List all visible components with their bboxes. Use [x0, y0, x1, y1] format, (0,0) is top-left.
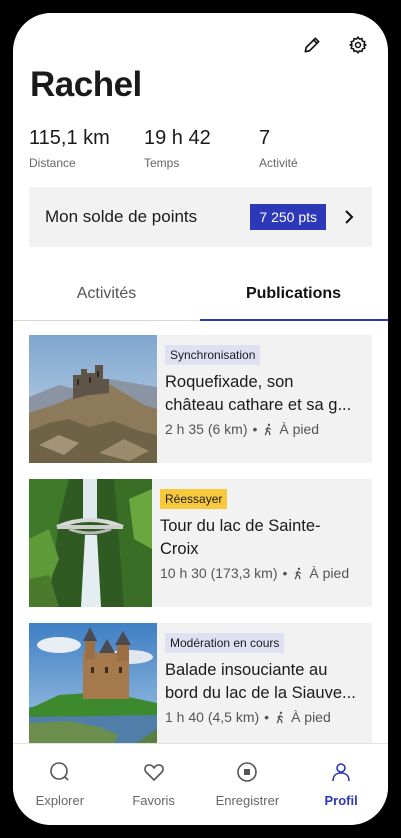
- nav-explorer[interactable]: Explorer: [13, 744, 107, 825]
- publications-list: Synchronisation Roquefixade, son château…: [29, 335, 372, 767]
- publication-card[interactable]: Modération en cours Balade insouciante a…: [29, 623, 372, 751]
- profile-tabs: Activités Publications: [13, 277, 388, 321]
- card-activity: À pied: [309, 565, 350, 581]
- separator-dot: •: [282, 565, 288, 581]
- stat-distance: 115,1 km Distance: [29, 127, 144, 170]
- status-badge: Synchronisation: [165, 345, 261, 365]
- record-icon: [237, 762, 258, 782]
- chevron-right-icon: [345, 210, 354, 224]
- nav-favoris[interactable]: Favoris: [107, 744, 201, 825]
- card-duration: 2 h 35 (6 km): [165, 421, 248, 437]
- publication-card[interactable]: Synchronisation Roquefixade, son château…: [29, 335, 372, 463]
- profile-icon: [332, 763, 350, 782]
- card-title-line: Croix: [160, 540, 199, 558]
- separator-dot: •: [264, 709, 270, 725]
- edit-icon[interactable]: [300, 33, 324, 57]
- card-body: Synchronisation Roquefixade, son château…: [157, 335, 372, 463]
- nav-label: Favoris: [132, 793, 175, 808]
- waterfall-photo: [29, 479, 152, 607]
- stat-label: Distance: [29, 156, 76, 170]
- card-duration: 10 h 30 (173,3 km): [160, 565, 278, 581]
- card-title-line: château cathare et sa g...: [165, 396, 352, 414]
- search-icon: [50, 762, 69, 781]
- card-title-line: bord du lac de la Siauve...: [165, 684, 356, 702]
- tab-publications[interactable]: Publications: [200, 277, 388, 321]
- stat-time: 19 h 42 Temps: [144, 127, 259, 170]
- stat-value: 19 h 42: [144, 127, 211, 149]
- nav-enregistrer[interactable]: Enregistrer: [201, 744, 295, 825]
- status-badge[interactable]: Réessayer: [160, 489, 228, 509]
- screen: Rachel 115,1 km Distance 19 h 42 Temps 7…: [13, 13, 388, 825]
- bottom-navigation: Explorer Favoris Enregistrer Profil: [13, 743, 388, 825]
- separator-dot: •: [252, 421, 258, 437]
- stat-label: Activité: [259, 156, 298, 170]
- walking-icon: [265, 423, 272, 435]
- top-actions: [300, 33, 370, 57]
- phone-frame: Rachel 115,1 km Distance 19 h 42 Temps 7…: [0, 0, 401, 838]
- publication-card[interactable]: Réessayer Tour du lac de Sainte- Croix 1…: [29, 479, 372, 607]
- status-badge: Modération en cours: [165, 633, 285, 653]
- heart-icon: [143, 764, 164, 781]
- card-title-line: Tour du lac de Sainte-: [160, 517, 321, 535]
- nav-label: Profil: [324, 793, 358, 808]
- card-title: Balade insouciante au bord du lac de la …: [165, 659, 364, 705]
- castle-ruins-photo: [29, 335, 157, 463]
- chateau-lake-photo: [29, 623, 157, 751]
- gear-icon[interactable]: [346, 33, 370, 57]
- stat-value: 7: [259, 127, 271, 149]
- card-meta: 10 h 30 (173,3 km) • À pied: [160, 565, 364, 581]
- nav-label: Explorer: [35, 793, 85, 808]
- card-body: Réessayer Tour du lac de Sainte- Croix 1…: [152, 479, 372, 607]
- nav-label: Enregistrer: [215, 793, 280, 808]
- card-activity: À pied: [279, 421, 320, 437]
- points-badge: 7 250 pts: [250, 204, 326, 230]
- stat-value: 115,1 km: [29, 127, 110, 149]
- walking-icon: [295, 567, 302, 579]
- points-balance-card[interactable]: Mon solde de points 7 250 pts: [29, 187, 372, 247]
- card-title: Roquefixade, son château cathare et sa g…: [165, 371, 364, 417]
- card-meta: 2 h 35 (6 km) • À pied: [165, 421, 364, 437]
- card-title-line: Balade insouciante au: [165, 661, 328, 679]
- stats-row: 115,1 km Distance 19 h 42 Temps 7 Activi…: [29, 127, 374, 170]
- walking-icon: [276, 711, 284, 723]
- stat-activity: 7 Activité: [259, 127, 374, 170]
- nav-profil[interactable]: Profil: [294, 744, 388, 825]
- card-title-line: Roquefixade, son: [165, 373, 294, 391]
- stat-label: Temps: [144, 156, 180, 170]
- points-title: Mon solde de points: [45, 207, 198, 226]
- card-meta: 1 h 40 (4,5 km) • À pied: [165, 709, 364, 725]
- card-activity: À pied: [291, 709, 331, 725]
- profile-name: Rachel: [30, 65, 142, 104]
- card-duration: 1 h 40 (4,5 km): [165, 709, 260, 725]
- card-body: Modération en cours Balade insouciante a…: [157, 623, 372, 751]
- tab-activities[interactable]: Activités: [13, 277, 200, 320]
- card-title: Tour du lac de Sainte- Croix: [160, 515, 364, 561]
